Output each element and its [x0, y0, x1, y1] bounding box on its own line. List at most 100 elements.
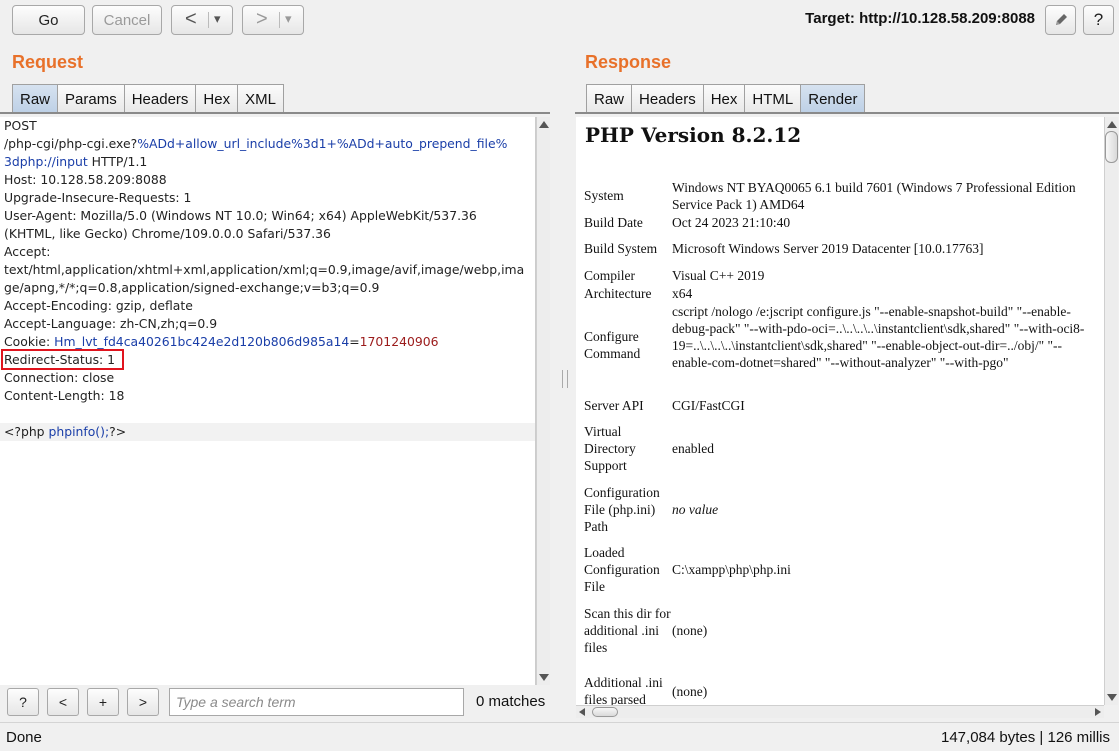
- php-info-value: enabled: [672, 441, 714, 456]
- php-info-value: Visual C++ 2019: [672, 268, 765, 283]
- chevron-down-icon[interactable]: ▾: [285, 11, 292, 27]
- scroll-thumb[interactable]: [592, 707, 618, 717]
- request-line: ge/apng,*/*;q=0.8,application/signed-exc…: [4, 280, 380, 295]
- php-info-key: Additional .ini files parsed: [584, 675, 663, 705]
- php-info-value: (none): [672, 623, 708, 638]
- search-add-button[interactable]: +: [87, 688, 119, 716]
- back-button[interactable]: < ▾: [171, 5, 233, 35]
- tab-params[interactable]: Params: [57, 84, 125, 113]
- response-stats: 147,084 bytes | 126 millis: [941, 729, 1110, 746]
- tab-underline: [575, 112, 1119, 114]
- status-bar: Done 147,084 bytes | 126 millis: [0, 722, 1119, 751]
- search-next-button[interactable]: >: [127, 688, 159, 716]
- request-line: Connection: close: [4, 370, 115, 385]
- tab-raw[interactable]: Raw: [586, 84, 633, 113]
- help-button[interactable]: ?: [1083, 5, 1114, 35]
- php-info-value: x64: [672, 286, 693, 301]
- request-line: Upgrade-Insecure-Requests: 1: [4, 190, 192, 205]
- response-hscrollbar[interactable]: [576, 705, 1104, 718]
- cancel-button[interactable]: Cancel: [92, 5, 162, 35]
- php-info-key: Server API: [584, 398, 644, 413]
- php-info-key: Loaded Configuration File: [584, 545, 660, 594]
- request-line: User-Agent: Mozilla/5.0 (Windows NT 10.0…: [4, 208, 477, 223]
- tab-xml[interactable]: XML: [237, 84, 284, 113]
- search-prev-button[interactable]: <: [47, 688, 79, 716]
- response-render-view[interactable]: PHP Version 8.2.12 System Windows NT BYA…: [576, 117, 1104, 705]
- php-info-row: Additional .ini files parsed (none): [584, 674, 1099, 705]
- tab-raw[interactable]: Raw: [12, 84, 59, 113]
- tab-headers[interactable]: Headers: [631, 84, 704, 113]
- search-input[interactable]: [169, 688, 464, 716]
- tab-underline: [0, 112, 550, 114]
- php-info-key: Compiler: [584, 268, 635, 283]
- request-line: Content-Length: 18: [4, 388, 125, 403]
- request-line: Accept:: [4, 244, 51, 259]
- pencil-icon: [1055, 14, 1067, 25]
- back-arrow-icon: <: [185, 8, 197, 30]
- scroll-right-icon[interactable]: [1095, 708, 1101, 716]
- request-line: text/html,application/xhtml+xml,applicat…: [4, 262, 525, 277]
- panel-divider[interactable]: [561, 40, 568, 720]
- php-info-value: cscript /nologo /e:jscript configure.js …: [672, 304, 1085, 370]
- php-info-row: Compiler Visual C++ 2019: [584, 267, 1099, 284]
- tab-headers[interactable]: Headers: [123, 84, 197, 113]
- split-separator: [279, 12, 280, 28]
- tab-html[interactable]: HTML: [744, 84, 802, 113]
- php-info-row: Architecture x64: [584, 285, 1099, 302]
- tab-render[interactable]: Render: [800, 84, 866, 113]
- scroll-down-icon[interactable]: [539, 674, 549, 681]
- php-info-row: Virtual Directory Support enabled: [584, 423, 1099, 474]
- response-scrollbar[interactable]: [1104, 117, 1118, 705]
- php-info-row: Server API CGI/FastCGI: [584, 397, 1099, 414]
- scroll-thumb[interactable]: [1105, 131, 1118, 163]
- php-info-row: System Windows NT BYAQ0065 6.1 build 760…: [584, 179, 1099, 213]
- php-info-key: Scan this dir for additional .ini files: [584, 606, 671, 655]
- php-info-key: Architecture: [584, 286, 652, 301]
- php-info-value: C:\xampp\php\php.ini: [672, 562, 791, 577]
- php-version-title: PHP Version 8.2.12: [585, 123, 802, 147]
- php-info-row: Build System Microsoft Windows Server 20…: [584, 240, 1099, 257]
- request-line: (KHTML, like Gecko) Chrome/109.0.0.0 Saf…: [4, 226, 331, 241]
- php-info-key: Virtual Directory Support: [584, 424, 636, 473]
- request-line: Accept-Language: zh-CN,zh;q=0.9: [4, 316, 218, 331]
- split-separator: [208, 12, 209, 28]
- request-line: Host: 10.128.58.209:8088: [4, 172, 167, 187]
- php-info-key: Configure Command: [584, 329, 641, 361]
- scroll-down-icon[interactable]: [1107, 694, 1117, 701]
- php-info-row: Loaded Configuration File C:\xampp\php\p…: [584, 544, 1099, 595]
- request-editor[interactable]: POST /php-cgi/php-cgi.exe?%ADd+allow_url…: [0, 117, 536, 685]
- request-body-line: <?php phpinfo();?>: [0, 423, 535, 441]
- toolbar: Go Cancel < ▾ > ▾ Target: http://10.128.…: [0, 0, 1119, 40]
- forward-button[interactable]: > ▾: [242, 5, 304, 35]
- php-info-value: CGI/FastCGI: [672, 398, 745, 413]
- request-title: Request: [12, 52, 84, 72]
- request-tabs: Raw Params Headers Hex XML: [12, 84, 284, 113]
- php-info-row: Configure Command cscript /nologo /e:jsc…: [584, 303, 1099, 371]
- php-info-value: (none): [672, 684, 708, 699]
- chevron-down-icon[interactable]: ▾: [214, 11, 221, 27]
- match-count: 0 matches: [476, 693, 546, 710]
- scroll-left-icon[interactable]: [579, 708, 585, 716]
- tab-hex[interactable]: Hex: [702, 84, 746, 113]
- highlight-box: [1, 349, 124, 370]
- response-title: Response: [585, 52, 672, 72]
- search-help-button[interactable]: ?: [7, 688, 39, 716]
- go-button[interactable]: Go: [12, 5, 85, 35]
- status-text: Done: [6, 729, 42, 746]
- php-info-value: no value: [672, 502, 719, 517]
- scroll-up-icon[interactable]: [1107, 121, 1117, 128]
- php-info-key: System: [584, 188, 624, 203]
- php-info-key: Build System: [584, 241, 658, 256]
- response-tabs: Raw Headers Hex HTML Render: [586, 84, 866, 113]
- php-info-key: Configuration File (php.ini) Path: [584, 485, 660, 534]
- php-info-row: Build Date Oct 24 2023 21:10:40: [584, 214, 1099, 231]
- scroll-up-icon[interactable]: [539, 121, 549, 128]
- request-scrollbar[interactable]: [536, 117, 550, 685]
- forward-arrow-icon: >: [256, 8, 268, 30]
- tab-hex[interactable]: Hex: [195, 84, 239, 113]
- php-info-row: Scan this dir for additional .ini files …: [584, 605, 1099, 656]
- request-line: /php-cgi/php-cgi.exe?%ADd+allow_url_incl…: [4, 136, 508, 151]
- edit-target-button[interactable]: [1045, 5, 1076, 35]
- php-info-value: Oct 24 2023 21:10:40: [672, 215, 791, 230]
- php-info-value: Microsoft Windows Server 2019 Datacenter…: [672, 241, 984, 256]
